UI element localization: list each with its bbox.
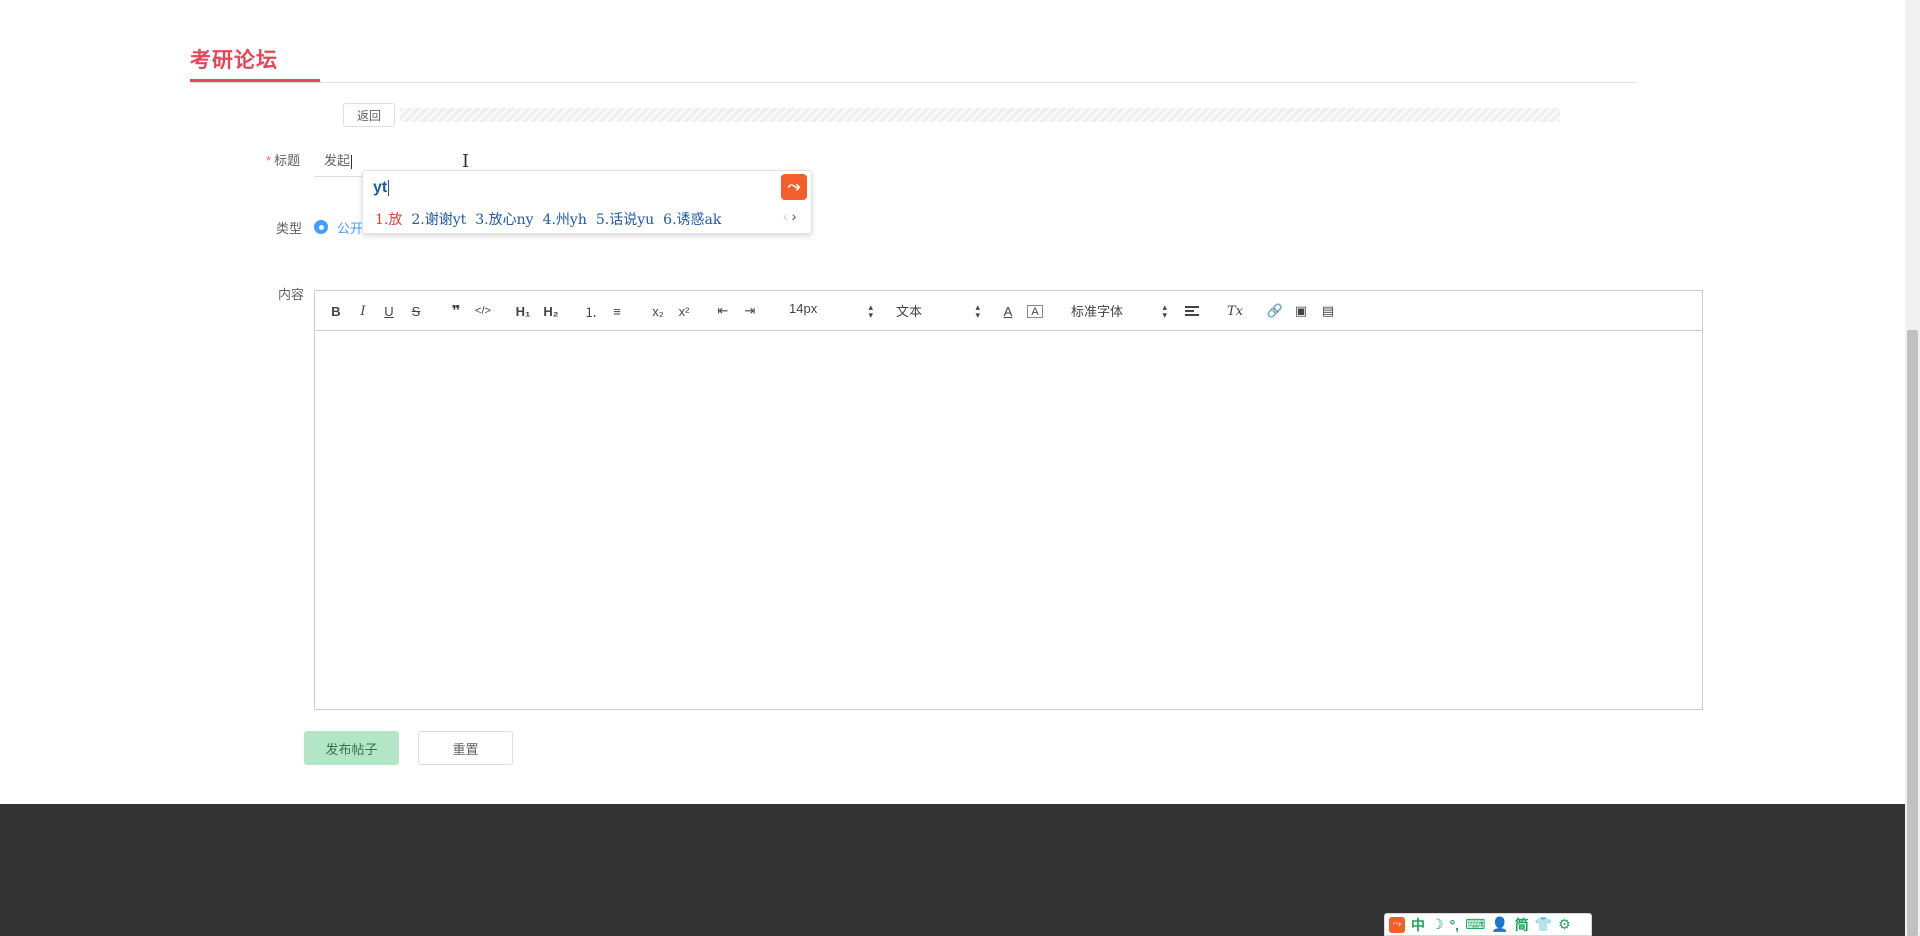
chevron-updown-icon: ▴ ▾ [1162, 302, 1167, 320]
font-family-select[interactable]: 标准字体 ▴ ▾ [1071, 301, 1167, 321]
video-icon[interactable]: ▤ [1320, 301, 1336, 321]
ime-status-bar: ⤳ 中 ☽ °, ⌨ 👤 简 👕 ⚙ [1384, 913, 1592, 936]
back-button[interactable]: 返回 [343, 103, 395, 127]
ime-composition: yt [373, 179, 390, 197]
block-type-value: 文本 [896, 304, 923, 319]
blockquote-button[interactable]: ❞ [448, 301, 464, 321]
sogou-logo-icon[interactable]: ⤳ [1389, 916, 1405, 933]
editor-content-area[interactable] [315, 331, 1702, 709]
align-left-icon[interactable] [1185, 306, 1199, 318]
underline-button[interactable]: U [382, 301, 396, 321]
font-size-select[interactable]: 14px ▴ ▾ [789, 301, 873, 321]
font-family-value: 标准字体 [1071, 304, 1124, 319]
bold-button[interactable]: B [329, 301, 343, 321]
bullet-list-button[interactable]: ≡ [609, 301, 625, 321]
italic-button[interactable]: I [356, 301, 370, 321]
user-icon[interactable]: 👤 [1491, 916, 1508, 933]
ime-candidate-4[interactable]: 4.州yh [543, 212, 587, 228]
title-label: * 标题 [266, 150, 300, 169]
settings-gear-icon[interactable]: ⚙ [1558, 916, 1571, 933]
link-icon[interactable]: 🔗 [1267, 301, 1283, 321]
title-text: 发起 [324, 153, 351, 168]
sogou-logo-icon[interactable]: ⤳ [781, 174, 807, 200]
content-label: 内容 [278, 287, 305, 302]
clear-format-button[interactable]: Tx [1227, 301, 1243, 321]
rich-text-editor: B I U S ❞ </> H₁ H₂ ⒈ ≡ x₂ x² ⇤ ⇥ 14px ▴… [314, 290, 1703, 710]
type-radio-label[interactable]: 公开 [337, 218, 363, 237]
editor-toolbar: B I U S ❞ </> H₁ H₂ ⒈ ≡ x₂ x² ⇤ ⇥ 14px ▴… [315, 291, 1702, 331]
chevron-updown-icon: ▴ ▾ [868, 302, 873, 320]
reset-button[interactable]: 重置 [418, 731, 513, 765]
page-footer [0, 804, 1905, 936]
font-size-value: 14px [789, 301, 818, 316]
ime-candidate-3[interactable]: 3.放心ny [475, 212, 533, 228]
publish-post-button[interactable]: 发布帖子 [304, 731, 399, 765]
page-title[interactable]: 考研论坛 [190, 44, 278, 74]
indent-icon[interactable]: ⇥ [743, 301, 757, 321]
punctuation-icon[interactable]: °, [1450, 917, 1460, 933]
title-input-value: 发起 [324, 150, 353, 169]
type-radio-public[interactable] [314, 220, 328, 234]
ordered-list-button[interactable]: ⒈ [583, 301, 599, 321]
outdent-icon[interactable]: ⇤ [716, 301, 730, 321]
moon-icon[interactable]: ☽ [1431, 916, 1444, 933]
background-color-button[interactable]: A [1027, 305, 1043, 318]
superscript-button[interactable]: x² [675, 301, 693, 321]
block-type-select[interactable]: 文本 ▴ ▾ [896, 301, 980, 321]
ime-candidate-window: yt ⤳ 1.放 2.谢谢yt 3.放心ny 4.州yh 5.话说yu 6.诱惑ak ‹ … [362, 170, 812, 234]
scrollbar-thumb[interactable] [1907, 330, 1918, 936]
ime-composition-text: yt [373, 179, 388, 196]
ime-candidate-6[interactable]: 6.诱惑ak [663, 212, 721, 228]
subscript-button[interactable]: x₂ [649, 301, 667, 321]
tab-divider [190, 82, 1637, 83]
required-asterisk: * [266, 153, 272, 168]
ime-candidate-5[interactable]: 5.话说yu [596, 212, 654, 228]
font-color-button[interactable]: A [1001, 301, 1015, 321]
ime-candidate-2[interactable]: 2.谢谢yt [411, 212, 466, 228]
loading-placeholder-bar [400, 108, 1560, 122]
ime-prev-icon[interactable]: ‹ [783, 208, 788, 224]
ime-page-arrows[interactable]: ‹ › [783, 208, 796, 224]
heading2-button[interactable]: H₂ [542, 301, 560, 321]
type-label: 类型 [276, 221, 303, 236]
chinese-mode-icon[interactable]: 中 [1411, 915, 1425, 935]
strike-button[interactable]: S [409, 301, 423, 321]
simplified-chinese-icon[interactable]: 简 [1515, 915, 1529, 935]
ime-next-icon[interactable]: › [792, 208, 797, 224]
heading1-button[interactable]: H₁ [514, 301, 532, 321]
skin-icon[interactable]: 👕 [1535, 916, 1552, 933]
chevron-updown-icon: ▴ ▾ [975, 302, 980, 320]
ibeam-cursor-icon: I [462, 151, 470, 172]
keyboard-icon[interactable]: ⌨ [1465, 916, 1485, 933]
text-caret [351, 154, 353, 169]
ime-candidate-list: 1.放 2.谢谢yt 3.放心ny 4.州yh 5.话说yu 6.诱惑ak [375, 209, 730, 229]
image-icon[interactable]: ▣ [1293, 301, 1309, 321]
ime-candidate-1[interactable]: 1.放 [375, 212, 402, 228]
ime-caret [388, 179, 390, 196]
code-block-button[interactable]: </> [474, 301, 492, 321]
title-label-text: 标题 [274, 153, 301, 168]
